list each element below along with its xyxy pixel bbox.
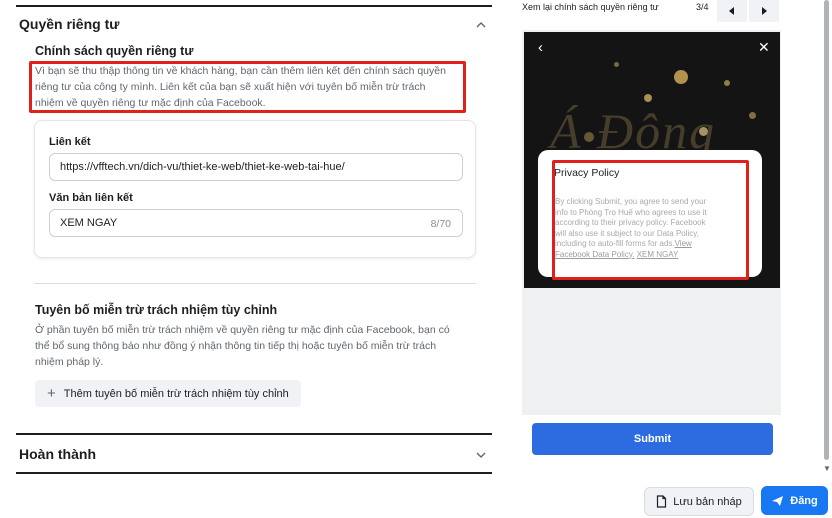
privacy-policy-title: Chính sách quyền riêng tư xyxy=(35,44,194,58)
custom-disclaimer-title: Tuyên bố miễn trừ trách nhiệm tùy chỉnh xyxy=(35,303,278,317)
preview-step-label: Xem lại chính sách quyền riêng tư xyxy=(522,2,659,12)
chevron-left-icon[interactable]: ‹ xyxy=(538,40,543,55)
privacy-section-title[interactable]: Quyền riêng tư xyxy=(19,16,119,32)
preview-submit-button[interactable]: Submit xyxy=(532,423,773,455)
popup-title: Privacy Policy xyxy=(554,167,620,179)
link-settings-card: Liên kết Văn bản liên kết 8/70 xyxy=(34,120,476,258)
link-text-input[interactable] xyxy=(49,209,463,237)
bokeh-light xyxy=(724,80,730,86)
preview-next-button[interactable] xyxy=(749,0,779,22)
preview-prev-button[interactable] xyxy=(717,0,747,22)
link-text-label: Văn bản liên kết xyxy=(49,192,133,204)
scroll-down-arrow[interactable]: ▼ xyxy=(823,464,831,473)
complete-top-divider xyxy=(16,433,492,435)
privacy-link-preview[interactable]: XEM NGAY xyxy=(637,250,679,259)
post-label: Đăng xyxy=(790,494,818,507)
add-custom-disclaimer-button[interactable]: + Thêm tuyên bố miễn trừ trách nhiệm tùy… xyxy=(35,380,301,407)
document-icon xyxy=(657,495,667,508)
chevron-up-icon[interactable] xyxy=(476,21,486,29)
send-icon xyxy=(772,495,784,506)
scrollbar-thumb[interactable] xyxy=(824,0,829,460)
chevron-down-icon[interactable] xyxy=(476,451,486,459)
bokeh-light xyxy=(674,70,688,84)
privacy-policy-description: Vì bạn sẽ thu thập thông tin về khách hà… xyxy=(35,65,446,109)
complete-bottom-divider xyxy=(16,472,492,474)
data-policy-link[interactable]: View xyxy=(675,239,692,248)
save-draft-button[interactable]: Lưu bản nháp xyxy=(644,487,754,516)
section-divider xyxy=(34,283,476,284)
link-text-counter: 8/70 xyxy=(430,218,451,230)
chevron-right-icon xyxy=(762,7,767,15)
plus-icon: + xyxy=(47,385,56,402)
link-url-input[interactable] xyxy=(49,153,463,181)
complete-section-title[interactable]: Hoàn thành xyxy=(19,446,96,462)
post-button[interactable]: Đăng xyxy=(761,486,828,515)
close-icon[interactable]: ✕ xyxy=(758,40,770,54)
bokeh-light xyxy=(644,94,652,102)
chevron-left-icon xyxy=(729,7,734,15)
save-draft-label: Lưu bản nháp xyxy=(673,495,742,508)
preview-page-indicator: 3/4 xyxy=(696,2,709,12)
bokeh-light xyxy=(749,112,756,119)
top-divider xyxy=(16,5,492,7)
bokeh-light xyxy=(614,62,619,67)
add-custom-disclaimer-label: Thêm tuyên bố miễn trừ trách nhiệm tùy c… xyxy=(63,387,289,400)
popup-body: By clicking Submit, you agree to send yo… xyxy=(555,197,707,259)
custom-disclaimer-description: Ở phần tuyên bố miễn trừ trách nhiệm về … xyxy=(35,324,450,368)
link-label: Liên kết xyxy=(49,136,91,148)
data-policy-link-cont[interactable]: Facebook Data Policy. xyxy=(555,250,634,259)
